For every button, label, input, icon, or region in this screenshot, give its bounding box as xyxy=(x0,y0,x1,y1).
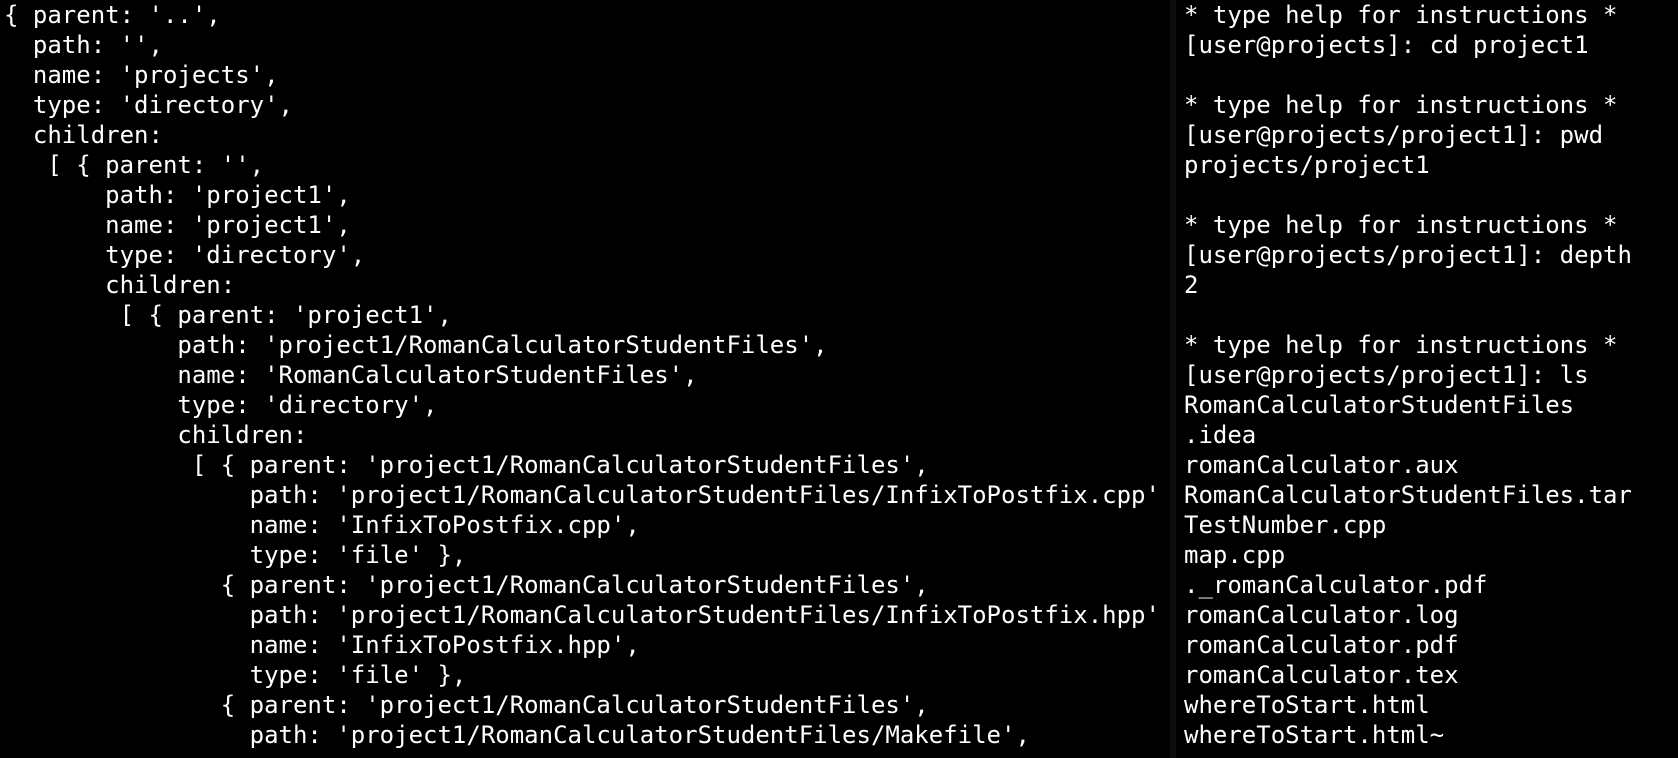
file-list-item: romanCalculator.tex xyxy=(1184,661,1459,689)
output-line: [ { parent: '', xyxy=(4,151,265,179)
file-list-item: romanCalculator.pdf xyxy=(1184,631,1459,659)
file-list-item: ._romanCalculator.pdf xyxy=(1184,571,1488,599)
output-line: path: 'project1', xyxy=(4,181,351,209)
shell-banner-line: * type help for instructions * xyxy=(1184,211,1618,239)
output-line: { parent: 'project1/RomanCalculatorStude… xyxy=(4,691,929,719)
output-line: children: xyxy=(4,121,163,149)
file-list-item: .idea xyxy=(1184,421,1257,449)
output-line: name: 'InfixToPostfix.hpp', xyxy=(4,631,640,659)
output-line: { parent: '..', xyxy=(4,1,221,29)
output-line: name: 'project1', xyxy=(4,211,351,239)
pane-divider[interactable] xyxy=(1170,0,1176,758)
output-line: path: 'project1/RomanCalculatorStudentFi… xyxy=(4,721,1030,749)
file-list-item: whereToStart.html~ xyxy=(1184,721,1445,749)
output-line: type: 'directory', xyxy=(4,91,293,119)
shell-command-line: [user@projects/project1]: pwd xyxy=(1184,121,1604,149)
output-line: path: 'project1/RomanCalculatorStudentFi… xyxy=(4,481,1160,509)
shell-banner-line: * type help for instructions * xyxy=(1184,1,1618,29)
output-line: name: 'RomanCalculatorStudentFiles', xyxy=(4,361,698,389)
shell-output-line: 2 xyxy=(1184,271,1199,299)
right-terminal-pane[interactable]: * type help for instructions * [user@pro… xyxy=(1178,0,1678,758)
file-list-item: RomanCalculatorStudentFiles.tar xyxy=(1184,481,1632,509)
left-terminal-pane[interactable]: { parent: '..', path: '', name: 'project… xyxy=(0,0,1160,758)
output-line: type: 'directory', xyxy=(4,391,438,419)
shell-banner-line: * type help for instructions * xyxy=(1184,331,1618,359)
file-list-item: map.cpp xyxy=(1184,541,1286,569)
shell-command-line: [user@projects/project1]: depth xyxy=(1184,241,1632,269)
output-line: name: 'projects', xyxy=(4,61,279,89)
output-line: type: 'file' }, xyxy=(4,661,467,689)
output-line: type: 'directory', xyxy=(4,241,366,269)
file-list-item: RomanCalculatorStudentFiles xyxy=(1184,391,1575,419)
output-line: path: '', xyxy=(4,31,163,59)
output-line: { parent: 'project1/RomanCalculatorStude… xyxy=(4,571,929,599)
output-line: children: xyxy=(4,421,308,449)
shell-banner-line: * type help for instructions * xyxy=(1184,91,1618,119)
file-list-item: whereToStart.html xyxy=(1184,691,1430,719)
file-list-item: romanCalculator.log xyxy=(1184,601,1459,629)
output-line: type: 'file' }, xyxy=(4,541,467,569)
output-line: path: 'project1/RomanCalculatorStudentFi… xyxy=(4,601,1160,629)
output-line: name: 'InfixToPostfix.cpp', xyxy=(4,511,640,539)
file-list-item: romanCalculator.aux xyxy=(1184,451,1459,479)
output-line: [ { parent: 'project1/RomanCalculatorStu… xyxy=(4,451,929,479)
output-line: path: 'project1/RomanCalculatorStudentFi… xyxy=(4,331,828,359)
shell-output-line: projects/project1 xyxy=(1184,151,1430,179)
file-list-item: TestNumber.cpp xyxy=(1184,511,1387,539)
output-line: [ { parent: 'project1', xyxy=(4,301,452,329)
shell-command-line: [user@projects/project1]: ls xyxy=(1184,361,1589,389)
shell-command-line: [user@projects]: cd project1 xyxy=(1184,31,1589,59)
output-line: children: xyxy=(4,271,236,299)
terminal-screen: { parent: '..', path: '', name: 'project… xyxy=(0,0,1678,758)
